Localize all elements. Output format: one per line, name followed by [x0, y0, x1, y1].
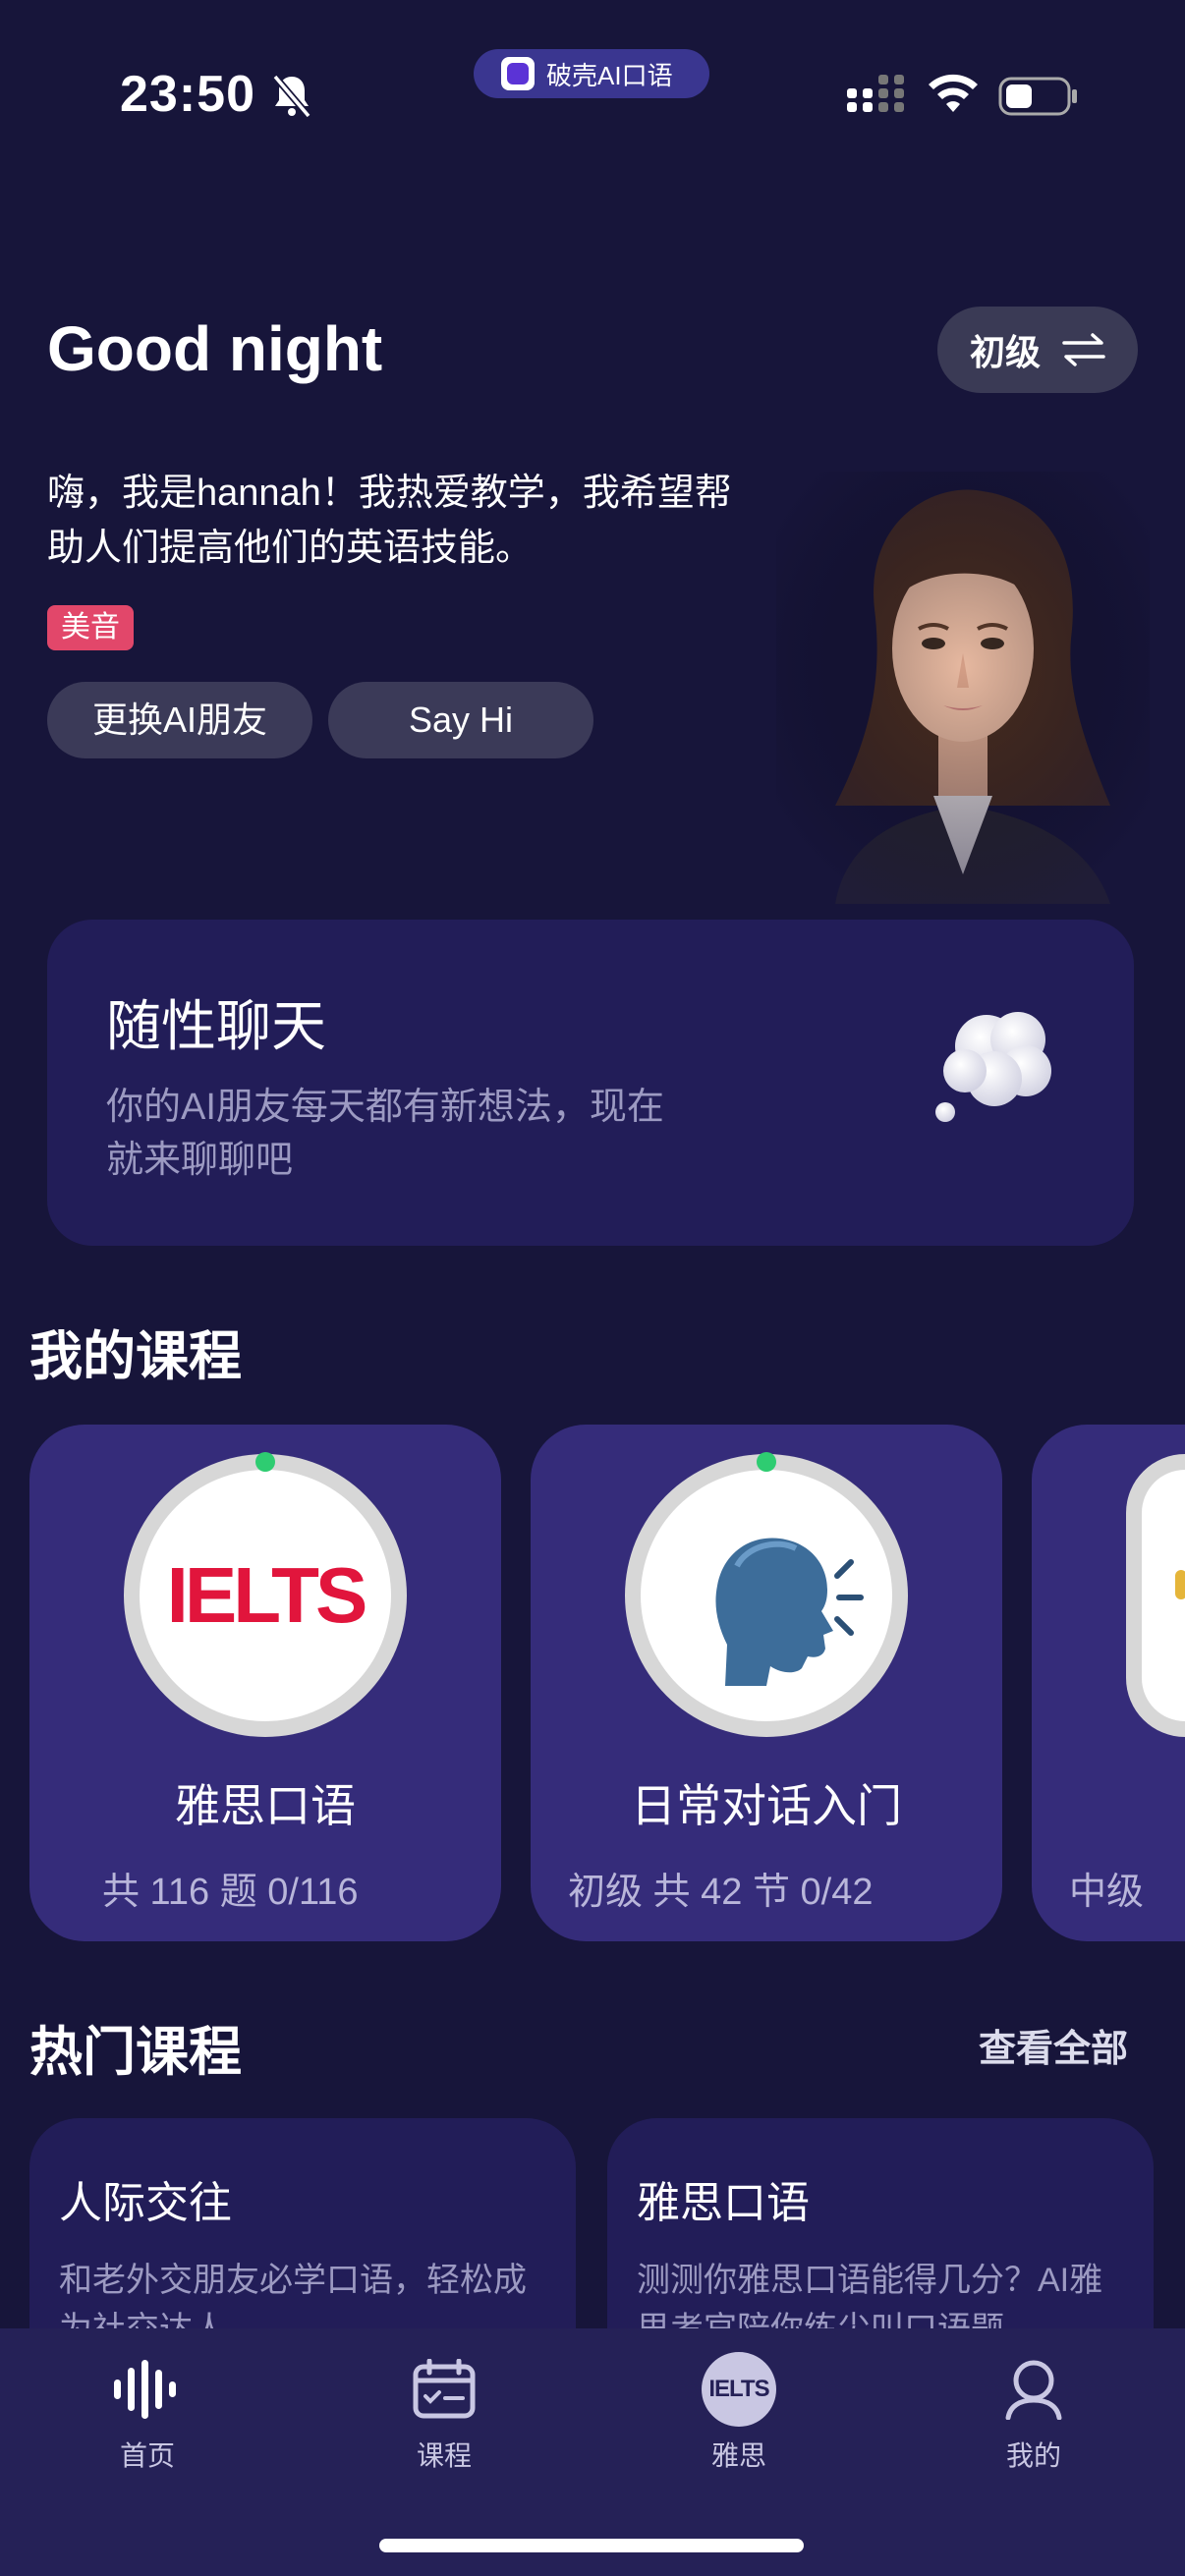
status-time: 23:50 — [120, 66, 255, 123]
tab-ielts[interactable]: IELTS 雅思 — [641, 2350, 837, 2474]
ielts-logo: IELTS — [140, 1470, 391, 1721]
course-progress-ring — [625, 1452, 908, 1737]
swap-arrows-icon — [1062, 333, 1105, 366]
say-hi-button[interactable]: Say Hi — [328, 682, 593, 758]
progress-dot — [255, 1452, 275, 1472]
hot-course-title: 人际交往 — [59, 2179, 232, 2227]
ielts-badge-icon: IELTS — [702, 2352, 776, 2427]
waveform-icon — [114, 2360, 176, 2419]
tab-label: 雅思 — [710, 2440, 766, 2471]
tab-courses[interactable]: 课程 — [346, 2350, 542, 2474]
speaking-head-icon — [641, 1470, 892, 1721]
home-indicator[interactable] — [379, 2539, 804, 2552]
course-progress-ring: IELTS — [124, 1452, 407, 1737]
progress-dot — [757, 1452, 776, 1472]
battery-icon — [998, 77, 1077, 116]
accent-tag: 美音 — [47, 605, 134, 650]
app-logo-icon — [501, 57, 535, 90]
course-name: 雅思口语 — [175, 1780, 356, 1831]
course-card-partial[interactable]: 中级 — [1032, 1425, 1185, 1941]
change-ai-friend-button[interactable]: 更换AI朋友 — [47, 682, 312, 758]
course-card-daily-conversation[interactable]: 日常对话入门 初级 共 42 节 0/42 — [531, 1425, 1002, 1941]
tab-label: 我的 — [1005, 2440, 1061, 2471]
level-switch-button[interactable]: 初级 — [937, 307, 1138, 393]
bell-muted-icon — [272, 74, 311, 118]
course-meta: 中级 — [1069, 1872, 1145, 1913]
signal-icon — [847, 75, 904, 112]
hot-courses-title: 热门课程 — [29, 2023, 242, 2082]
ielts-badge-text: IELTS — [708, 2376, 769, 2402]
casual-chat-title: 随性聊天 — [106, 995, 326, 1057]
level-label: 初级 — [969, 332, 1041, 372]
thought-cloud-icon — [935, 1012, 1051, 1122]
course-meta: 初级 共 42 节 0/42 — [568, 1872, 874, 1913]
wifi-icon — [929, 74, 978, 112]
calendar-check-icon — [413, 2359, 476, 2419]
hot-course-title: 雅思口语 — [637, 2179, 810, 2227]
app-pill-label: 破壳AI口语 — [546, 60, 673, 90]
casual-chat-description: 你的AI朋友每天都有新想法，现在就来聊聊吧 — [106, 1087, 664, 1181]
tab-label: 课程 — [416, 2440, 472, 2471]
course-progress-ring — [1126, 1454, 1185, 1737]
course-name: 日常对话入门 — [631, 1780, 902, 1831]
tab-me[interactable]: 我的 — [935, 2350, 1132, 2474]
my-courses-title: 我的课程 — [29, 1327, 242, 1386]
course-card-ielts[interactable]: IELTS 雅思口语 共 116 题 0/116 — [29, 1425, 501, 1941]
user-icon — [1005, 2360, 1062, 2420]
tutor-intro-text: 嗨，我是hannah！我热爱教学，我希望帮助人们提高他们的英语技能。 — [47, 473, 732, 569]
ielts-logo-text: IELTS — [166, 1551, 368, 1639]
view-all-link[interactable]: 查看全部 — [979, 2018, 1128, 2072]
tutor-avatar[interactable] — [776, 472, 1150, 904]
app-indicator-pill[interactable]: 破壳AI口语 — [474, 49, 709, 98]
tab-home[interactable]: 首页 — [49, 2350, 246, 2474]
tab-label: 首页 — [119, 2440, 175, 2471]
course-meta: 共 116 题 0/116 — [102, 1872, 359, 1913]
greeting-title: Good night — [47, 313, 383, 384]
